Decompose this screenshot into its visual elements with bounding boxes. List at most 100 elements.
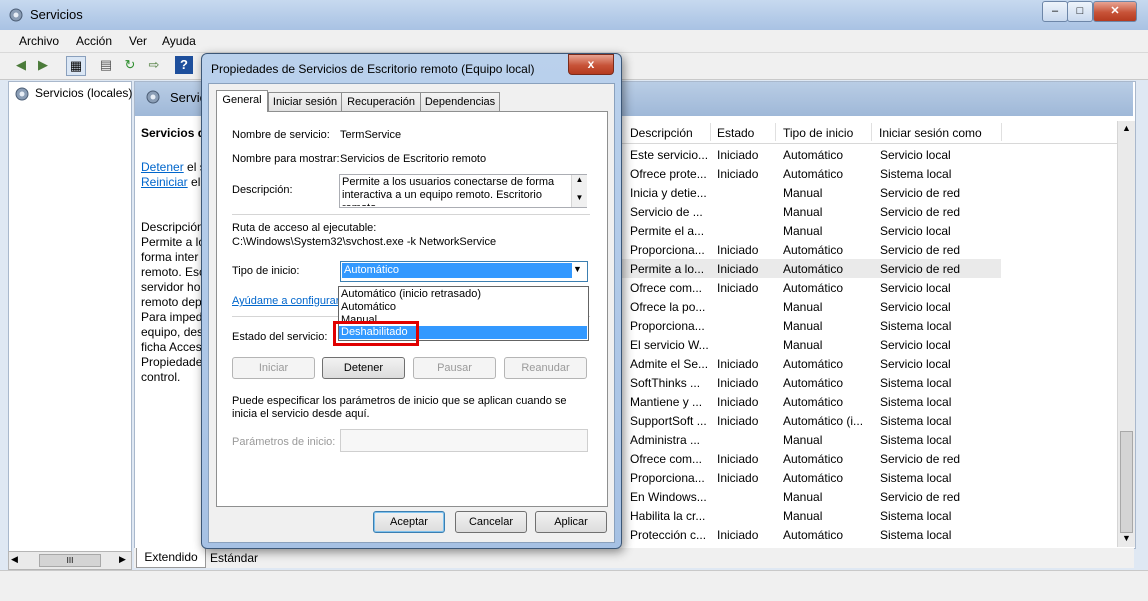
maximize-button[interactable]: □ bbox=[1067, 1, 1093, 22]
column-separator[interactable] bbox=[871, 123, 872, 141]
cell-iniciar-sesion: Sistema local bbox=[880, 167, 952, 181]
table-row[interactable]: Proporciona... Iniciado Automático Servicio… bbox=[622, 240, 1001, 259]
tab-iniciar-sesion[interactable]: Iniciar sesión bbox=[268, 92, 342, 111]
cell-tipo-inicio: Automático bbox=[783, 471, 844, 485]
apply-button[interactable]: Aplicar bbox=[535, 511, 607, 533]
column-separator[interactable] bbox=[710, 123, 711, 141]
cell-estado: Iniciado bbox=[717, 148, 759, 162]
console-tree-icon[interactable]: ▦ bbox=[66, 56, 86, 76]
table-row[interactable]: En Windows... Manual Servicio de red bbox=[622, 487, 1001, 506]
scroll-thumb[interactable]: III bbox=[39, 554, 101, 567]
table-row[interactable]: Servicio de ... Manual Servicio de red bbox=[622, 202, 1001, 221]
column-separator[interactable] bbox=[1001, 123, 1002, 141]
tab-extendido[interactable]: Extendido bbox=[136, 548, 206, 568]
menu-accion[interactable]: Acción bbox=[76, 34, 112, 48]
table-row[interactable]: Inicia y detie... Manual Servicio de red bbox=[622, 183, 1001, 202]
chevron-down-icon[interactable]: ▼ bbox=[573, 264, 582, 274]
table-row[interactable]: Mantiene y ... Iniciado Automático Sistema … bbox=[622, 392, 1001, 411]
table-row[interactable]: Permite a lo... Iniciado Automático Servici… bbox=[622, 259, 1001, 278]
help-configure-link[interactable]: Ayúdame a configurar bbox=[232, 295, 339, 307]
column-header-iniciar-sesion[interactable]: Iniciar sesión como bbox=[879, 126, 982, 140]
table-row[interactable]: Ofrece prote... Iniciado Automático Sistema… bbox=[622, 164, 1001, 183]
pause-button[interactable]: Pausar bbox=[413, 357, 496, 379]
cell-tipo-inicio: Manual bbox=[783, 186, 823, 200]
cancel-button[interactable]: Cancelar bbox=[455, 511, 527, 533]
menu-ver[interactable]: Ver bbox=[129, 34, 147, 48]
cell-estado: Iniciado bbox=[717, 414, 759, 428]
description-textbox[interactable]: Permite a los usuarios conectarse de for… bbox=[339, 174, 587, 208]
export-icon[interactable]: ⇨ bbox=[145, 56, 163, 74]
table-row[interactable]: Proporciona... Manual Sistema local bbox=[622, 316, 1001, 335]
table-row[interactable]: Protección c... Iniciado Automático Sistema… bbox=[622, 525, 1001, 544]
table-row[interactable]: Ofrece com... Iniciado Automático Servicio … bbox=[622, 449, 1001, 468]
params-label: Parámetros de inicio: bbox=[232, 436, 336, 448]
menu-archivo[interactable]: Archivo bbox=[19, 34, 59, 48]
cell-tipo-inicio: Automático bbox=[783, 262, 844, 276]
table-row[interactable]: SoftThinks ... Iniciado Automático Sistema … bbox=[622, 373, 1001, 392]
tab-recuperacion[interactable]: Recuperación bbox=[341, 92, 421, 111]
column-header-tipo-inicio[interactable]: Tipo de inicio bbox=[783, 126, 853, 140]
table-row[interactable]: Ofrece com... Iniciado Automático Servicio … bbox=[622, 278, 1001, 297]
start-button[interactable]: Iniciar bbox=[232, 357, 315, 379]
column-header-estado[interactable]: Estado bbox=[717, 126, 754, 140]
forward-arrow-icon[interactable]: ▶ bbox=[34, 56, 52, 74]
startup-type-select[interactable]: Automático ▼ bbox=[340, 261, 588, 282]
column-headers: Descripción Estado Tipo de inicio Inicia… bbox=[622, 121, 1122, 144]
cell-tipo-inicio: Automático bbox=[783, 376, 844, 390]
cell-estado: Iniciado bbox=[717, 281, 759, 295]
restart-service-link[interactable]: Reiniciar bbox=[141, 175, 188, 189]
column-separator[interactable] bbox=[775, 123, 776, 141]
option-automatico-retrasado[interactable]: Automático (inicio retrasado) bbox=[341, 288, 481, 300]
table-row[interactable]: El servicio W... Manual Servicio local bbox=[622, 335, 1001, 354]
params-input[interactable] bbox=[340, 429, 588, 452]
tab-estandar[interactable]: Estándar bbox=[210, 550, 258, 567]
cell-tipo-inicio: Manual bbox=[783, 338, 823, 352]
back-arrow-icon[interactable]: ◀ bbox=[12, 56, 30, 74]
column-header-descripcion[interactable]: Descripción bbox=[630, 126, 693, 140]
cell-descripcion: Ofrece com... bbox=[630, 452, 703, 466]
table-row[interactable]: Proporciona... Iniciado Automático Sistema … bbox=[622, 468, 1001, 487]
dialog-close-button[interactable]: x bbox=[568, 54, 614, 75]
scroll-down-arrow[interactable]: ▼ bbox=[1122, 533, 1131, 543]
table-row[interactable]: Este servicio... Iniciado Automático Servic… bbox=[622, 145, 1001, 164]
scroll-left-arrow[interactable]: ◀ bbox=[11, 554, 21, 565]
tree-horizontal-scrollbar[interactable]: ◀ III ▶ bbox=[8, 551, 132, 570]
list-vertical-scrollbar[interactable]: ▲ ▼ bbox=[1117, 121, 1135, 547]
table-row[interactable]: Habilita la cr... Manual Sistema local bbox=[622, 506, 1001, 525]
stop-button[interactable]: Detener bbox=[322, 357, 405, 379]
table-row[interactable]: Administra ... Manual Sistema local bbox=[622, 430, 1001, 449]
tree-item-services-local[interactable]: Servicios (locales) bbox=[35, 86, 132, 100]
tab-general[interactable]: General bbox=[216, 90, 268, 112]
display-name-value[interactable]: Servicios de Escritorio remoto bbox=[340, 153, 486, 165]
scroll-right-arrow[interactable]: ▶ bbox=[119, 554, 129, 565]
cell-tipo-inicio: Automático bbox=[783, 452, 844, 466]
help-icon[interactable]: ? bbox=[175, 56, 193, 74]
cell-estado: Iniciado bbox=[717, 395, 759, 409]
properties-icon[interactable]: ▤ bbox=[97, 56, 115, 74]
table-row[interactable]: Permite el a... Manual Servicio local bbox=[622, 221, 1001, 240]
stop-service-link[interactable]: Detener bbox=[141, 160, 184, 174]
minimize-button[interactable]: – bbox=[1042, 1, 1068, 22]
service-title: Servicios d bbox=[141, 126, 206, 140]
cell-descripcion: Inicia y detie... bbox=[630, 186, 707, 200]
ok-button[interactable]: Aceptar bbox=[373, 511, 445, 533]
menu-ayuda[interactable]: Ayuda bbox=[162, 34, 196, 48]
refresh-icon[interactable]: ↻ bbox=[121, 56, 139, 74]
description-scrollbar[interactable]: ▲ ▼ bbox=[571, 175, 587, 207]
tab-dependencias[interactable]: Dependencias bbox=[420, 92, 500, 111]
table-row[interactable]: Admite el Se... Iniciado Automático Servici… bbox=[622, 354, 1001, 373]
table-row[interactable]: Ofrece la po... Manual Servicio local bbox=[622, 297, 1001, 316]
close-button[interactable]: ✕ bbox=[1093, 1, 1137, 22]
resume-button[interactable]: Reanudar bbox=[504, 357, 587, 379]
display-name-label: Nombre para mostrar: bbox=[232, 153, 340, 165]
view-tabs: Extendido Estándar bbox=[134, 548, 1134, 568]
cell-estado: Iniciado bbox=[717, 528, 759, 542]
cell-tipo-inicio: Automático bbox=[783, 167, 844, 181]
option-automatico[interactable]: Automático bbox=[341, 301, 396, 313]
scroll-thumb[interactable] bbox=[1120, 431, 1133, 533]
restart-link-rest: el bbox=[191, 175, 201, 189]
table-row[interactable]: SupportSoft ... Iniciado Automático (i... S… bbox=[622, 411, 1001, 430]
cell-iniciar-sesion: Servicio local bbox=[880, 300, 951, 314]
scroll-up-arrow[interactable]: ▲ bbox=[1122, 123, 1131, 133]
cell-estado: Iniciado bbox=[717, 357, 759, 371]
